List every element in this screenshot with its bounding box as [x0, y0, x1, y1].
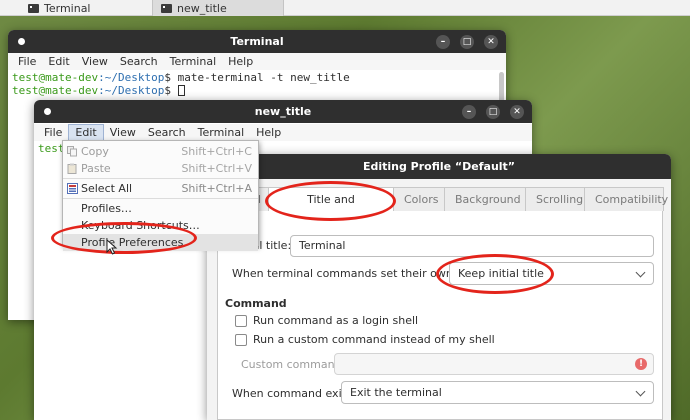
terminal-icon: [161, 3, 172, 13]
terminal-line: test: [38, 142, 65, 155]
menubar: File Edit View Search Terminal Help: [8, 53, 506, 70]
menu-file[interactable]: File: [12, 53, 42, 70]
custom-command-label: Custom command:: [241, 358, 346, 371]
menu-view[interactable]: View: [76, 53, 114, 70]
tab-colors[interactable]: Colors: [393, 187, 445, 211]
select-all-icon: [67, 183, 78, 194]
custom-command-input[interactable]: !: [334, 353, 654, 375]
window-menu-icon[interactable]: [44, 108, 51, 115]
menu-view[interactable]: View: [104, 124, 142, 141]
login-shell-label: Run command as a login shell: [253, 314, 419, 327]
exit-action-value: Exit the terminal: [350, 386, 442, 399]
window-titlebar[interactable]: new_title – □ ✕: [34, 100, 532, 123]
menu-edit[interactable]: Edit: [42, 53, 75, 70]
tab-compatibility[interactable]: Compatibility: [584, 187, 668, 211]
dialog-title: Editing Profile “Default”: [362, 160, 516, 173]
edit-menu-dropdown: Copy Shift+Ctrl+C Paste Shift+Ctrl+V Sel…: [62, 140, 259, 251]
menu-terminal[interactable]: Terminal: [164, 53, 223, 70]
tab-background[interactable]: Background: [444, 187, 526, 211]
exit-action-label: When command exits:: [232, 387, 356, 400]
warning-icon: !: [635, 358, 647, 370]
taskbar: Terminal new_title: [0, 0, 690, 16]
chevron-down-icon: [635, 267, 646, 278]
menu-terminal[interactable]: Terminal: [192, 124, 251, 141]
dynamic-title-combo[interactable]: Keep initial title: [449, 262, 654, 285]
menu-item-paste[interactable]: Paste Shift+Ctrl+V: [63, 160, 258, 177]
exit-action-combo[interactable]: Exit the terminal: [341, 381, 654, 404]
menu-item-keyboard-shortcuts[interactable]: Keyboard Shortcuts…: [63, 217, 258, 234]
taskbar-item-label: new_title: [177, 1, 227, 15]
copy-icon: [67, 146, 78, 157]
profile-dialog: Editing Profile “Default” l Title and Co…: [207, 154, 671, 420]
menu-file[interactable]: File: [38, 124, 68, 141]
dynamic-title-value: Keep initial title: [458, 267, 544, 280]
menu-item-profile-preferences[interactable]: Profile Preferences: [63, 234, 258, 251]
chevron-down-icon: [635, 386, 646, 397]
window-menu-icon[interactable]: [18, 38, 25, 45]
menu-separator: [63, 178, 258, 179]
minimize-icon[interactable]: –: [436, 35, 450, 49]
dialog-titlebar[interactable]: Editing Profile “Default”: [207, 154, 671, 179]
menubar: File Edit View Search Terminal Help: [34, 124, 532, 141]
taskbar-item-label: Terminal: [44, 1, 91, 15]
taskbar-item-terminal[interactable]: Terminal: [20, 0, 152, 16]
menu-edit[interactable]: Edit: [68, 124, 104, 141]
taskbar-item-new-title[interactable]: new_title: [152, 0, 284, 16]
window-title: Terminal: [230, 35, 284, 48]
terminal-cursor: [177, 85, 185, 96]
terminal-icon: [28, 3, 39, 13]
custom-command-check-label: Run a custom command instead of my shell: [253, 333, 495, 346]
window-titlebar[interactable]: Terminal – □ ✕: [8, 30, 506, 53]
menu-help[interactable]: Help: [222, 53, 259, 70]
window-title: new_title: [254, 105, 312, 118]
menu-search[interactable]: Search: [114, 53, 164, 70]
menu-search[interactable]: Search: [142, 124, 192, 141]
tab-title-and-command[interactable]: Title and Command: [268, 187, 394, 230]
paste-icon: [67, 163, 78, 174]
command-section-title: Command: [225, 297, 287, 310]
menu-item-copy[interactable]: Copy Shift+Ctrl+C: [63, 143, 258, 160]
custom-command-checkbox[interactable]: [235, 333, 247, 346]
menu-separator: [63, 198, 258, 199]
maximize-icon[interactable]: □: [460, 35, 474, 49]
menu-item-select-all[interactable]: Select All Shift+Ctrl+A: [63, 180, 258, 197]
tab-scrolling[interactable]: Scrolling: [525, 187, 585, 211]
minimize-icon[interactable]: –: [462, 105, 476, 119]
custom-command-checkbox-row[interactable]: Run a custom command instead of my shell: [235, 333, 495, 346]
menu-help[interactable]: Help: [250, 124, 287, 141]
login-shell-checkbox[interactable]: [235, 314, 247, 327]
terminal-line: test@mate-dev:~/Desktop$ mate-terminal -…: [12, 71, 350, 84]
profile-tabs: l Title and Command Colors Background Sc…: [217, 187, 668, 230]
close-icon[interactable]: ✕: [510, 105, 524, 119]
initial-title-input[interactable]: Terminal: [290, 235, 654, 257]
mouse-pointer-icon: [106, 239, 118, 255]
title-and-command-pane: Initial title: Terminal When terminal co…: [217, 211, 663, 420]
login-shell-checkbox-row[interactable]: Run command as a login shell: [235, 314, 418, 327]
maximize-icon[interactable]: □: [486, 105, 500, 119]
close-icon[interactable]: ✕: [484, 35, 498, 49]
terminal-output[interactable]: test@mate-dev:~/Desktop$ mate-terminal -…: [8, 70, 506, 98]
menu-item-profiles[interactable]: Profiles…: [63, 200, 258, 217]
terminal-line: test@mate-dev:~/Desktop$: [12, 84, 185, 97]
